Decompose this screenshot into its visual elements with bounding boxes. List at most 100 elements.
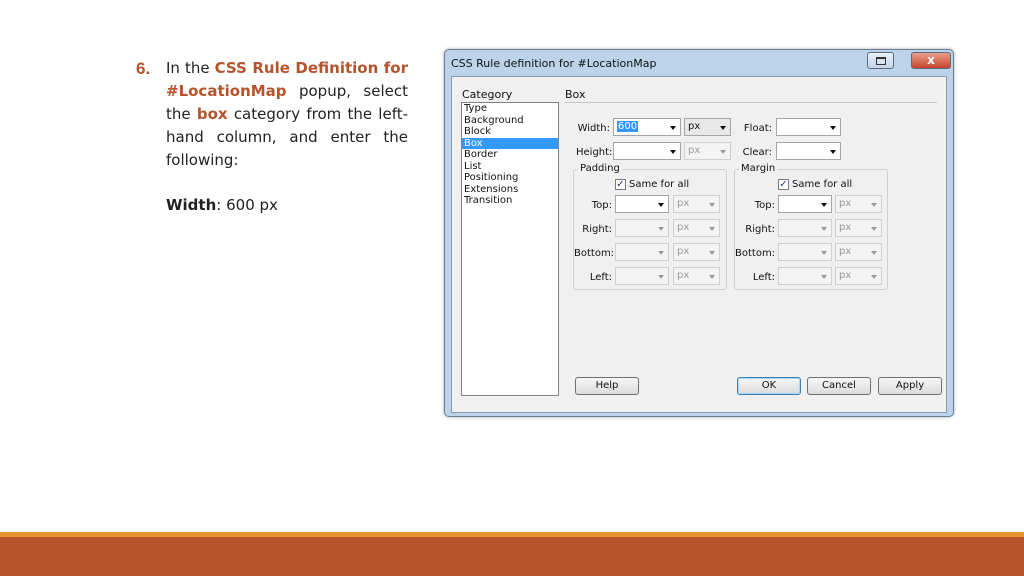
margin-right-input [778,219,832,237]
margin-top-label: Top: [754,200,775,211]
margin-group: Margin ✓ Same for all Top: px Right: px … [734,163,888,290]
category-item-positioning[interactable]: Positioning [462,172,558,184]
close-button[interactable]: x [911,52,951,69]
chevron-down-icon [821,227,827,231]
chevron-down-icon [871,203,877,207]
chevron-down-icon[interactable] [670,150,676,154]
padding-bottom-input [615,243,669,261]
padding-title: Padding [578,163,622,174]
chevron-down-icon[interactable] [658,203,664,207]
height-input[interactable] [613,142,681,160]
panel-divider [565,102,937,103]
padding-left-label: Left: [589,272,612,283]
width-instruction-value: : 600 px [216,196,278,214]
margin-left-unit: px [835,267,882,285]
width-input[interactable]: 600 [613,118,681,136]
chevron-down-icon[interactable] [720,126,726,130]
margin-bottom-unit: px [835,243,882,261]
margin-left-unit-value: px [839,270,852,281]
margin-right-unit-value: px [839,222,852,233]
padding-top-unit-value: px [677,198,690,209]
padding-right-input [615,219,669,237]
chevron-down-icon[interactable] [670,126,676,130]
padding-same-label: Same for all [629,179,690,190]
chevron-down-icon [821,275,827,279]
cancel-button[interactable]: Cancel [807,377,871,395]
close-icon: x [927,53,935,67]
width-unit-select[interactable]: px [684,118,731,136]
apply-button[interactable]: Apply [878,377,942,395]
chevron-down-icon[interactable] [830,126,836,130]
padding-group: Padding ✓ Same for all Top: px Right: px… [573,163,727,290]
margin-same-checkbox[interactable]: ✓ [778,179,789,190]
category-item-transition[interactable]: Transition [462,195,558,207]
padding-right-unit: px [673,219,720,237]
width-unit-value: px [688,121,701,132]
margin-bottom-input [778,243,832,261]
help-button[interactable]: Help [575,377,639,395]
maximize-icon [876,57,886,65]
text-in-the: In the [166,59,210,77]
padding-bottom-unit-value: px [677,246,690,257]
dialog-title: CSS Rule definition for #LocationMap [451,57,657,70]
category-list[interactable]: Type Background Block Box Border List Po… [461,102,559,396]
chevron-down-icon [709,203,715,207]
padding-right-unit-value: px [677,222,690,233]
width-value: 600 [617,121,639,132]
margin-bottom-unit-value: px [839,246,852,257]
chevron-down-icon [658,275,664,279]
height-label: Height: [576,147,613,158]
padding-left-unit: px [673,267,720,285]
ok-button[interactable]: OK [737,377,801,395]
category-item-box[interactable]: Box [462,137,558,149]
padding-top-label: Top: [591,200,612,211]
margin-same-label: Same for all [792,179,853,190]
dialog-titlebar[interactable]: CSS Rule definition for #LocationMap x [445,50,953,76]
category-label: Category [462,88,513,101]
margin-title: Margin [739,163,778,174]
margin-top-input[interactable] [778,195,832,213]
category-item-extensions[interactable]: Extensions [462,184,558,196]
box-highlight: box [196,105,228,123]
margin-bottom-label: Bottom: [735,248,776,259]
chevron-down-icon [871,251,877,255]
css-rule-dialog: CSS Rule definition for #LocationMap x C… [444,49,954,417]
chevron-down-icon [871,227,877,231]
clear-label: Clear: [742,147,772,158]
step-instructions: In the CSS Rule Definition for #Location… [166,57,408,217]
clear-select[interactable] [776,142,841,160]
width-instruction-label: Width [166,196,217,214]
padding-left-input [615,267,669,285]
category-item-border[interactable]: Border [462,149,558,161]
category-item-list[interactable]: List [462,161,558,173]
margin-left-label: Left: [752,272,775,283]
category-item-background[interactable]: Background [462,115,558,127]
panel-heading: Box [565,88,586,101]
padding-bottom-unit: px [673,243,720,261]
padding-right-label: Right: [582,224,612,235]
padding-same-checkbox[interactable]: ✓ [615,179,626,190]
float-select[interactable] [776,118,841,136]
width-label: Width: [577,123,610,134]
padding-left-unit-value: px [677,270,690,281]
chevron-down-icon [658,251,664,255]
step-paragraph: In the CSS Rule Definition for #Location… [166,57,408,172]
width-instruction: Width: 600 px [166,194,408,217]
margin-right-label: Right: [745,224,775,235]
chevron-down-icon [658,227,664,231]
maximize-button[interactable] [867,52,894,69]
chevron-down-icon [821,251,827,255]
chevron-down-icon [720,150,726,154]
category-item-type[interactable]: Type [462,103,558,115]
height-unit-value: px [688,145,701,156]
margin-top-unit-value: px [839,198,852,209]
category-item-block[interactable]: Block [462,126,558,138]
dialog-body: Category Type Background Block Box Borde… [451,76,947,413]
chevron-down-icon [709,227,715,231]
chevron-down-icon[interactable] [830,150,836,154]
height-unit-select: px [684,142,731,160]
chevron-down-icon[interactable] [821,203,827,207]
padding-top-unit: px [673,195,720,213]
margin-left-input [778,267,832,285]
padding-top-input[interactable] [615,195,669,213]
